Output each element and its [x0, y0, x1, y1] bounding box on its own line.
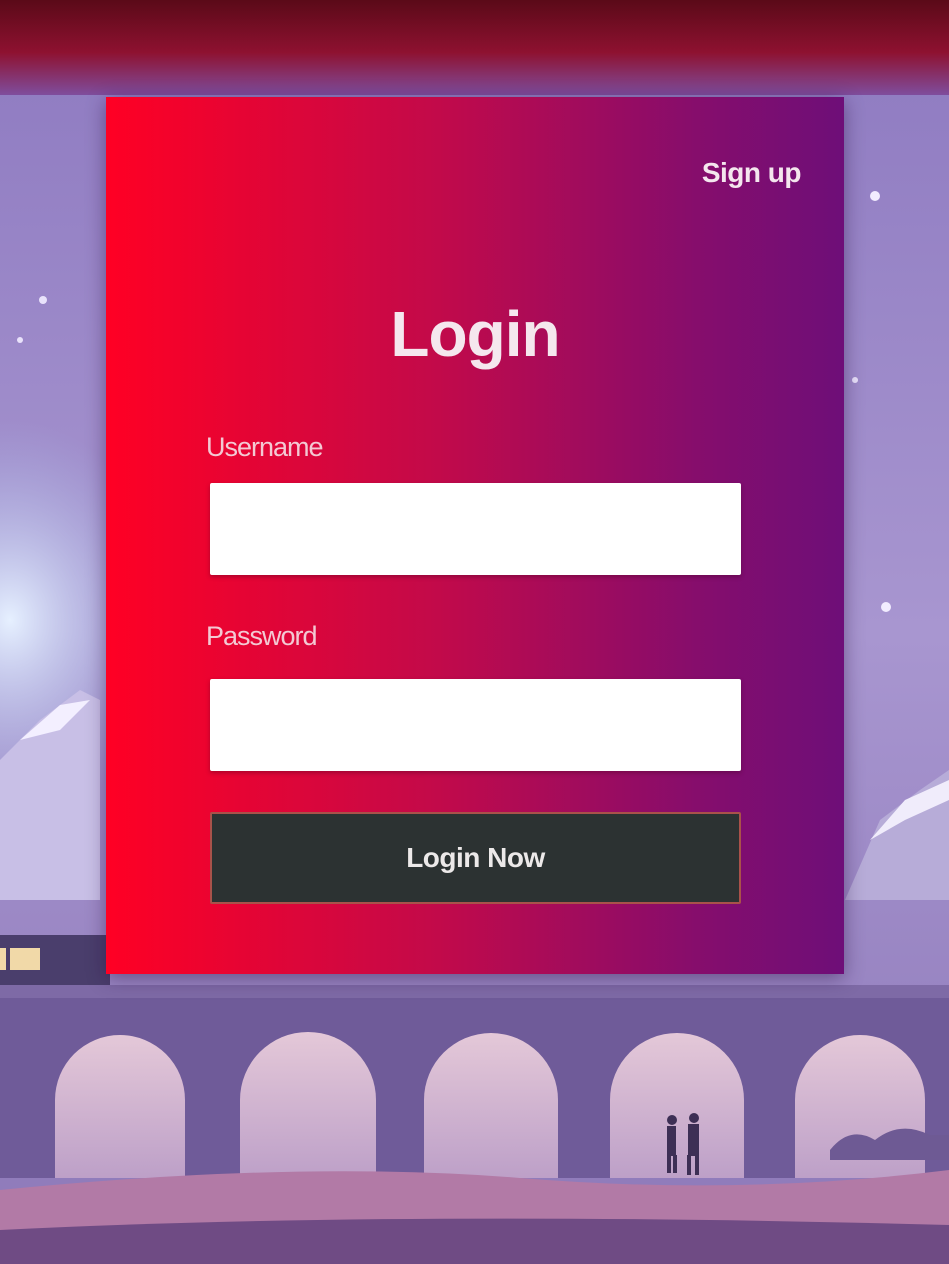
star	[852, 377, 858, 383]
star	[881, 602, 891, 612]
bridge-deck	[0, 985, 949, 1000]
sign-up-link[interactable]: Sign up	[702, 157, 802, 189]
top-banner	[0, 0, 949, 95]
login-card: Sign up Login Username Password Login No…	[106, 97, 844, 974]
password-label: Password	[206, 621, 318, 651]
login-now-button[interactable]: Login Now	[210, 812, 741, 904]
star	[39, 296, 47, 304]
password-input[interactable]	[210, 679, 741, 771]
star	[870, 191, 880, 201]
page-title: Login	[390, 298, 560, 370]
username-label: Username	[206, 432, 324, 462]
star	[17, 337, 23, 343]
username-input[interactable]	[210, 483, 741, 575]
